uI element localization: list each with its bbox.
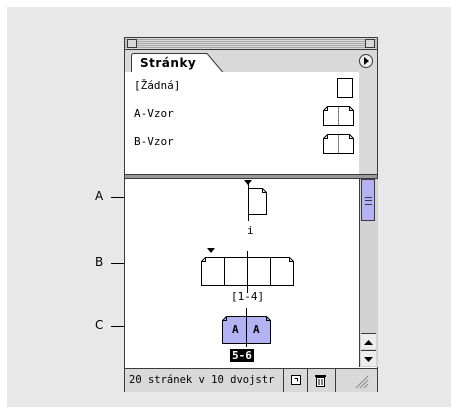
spread-3-label: 5-6: [230, 349, 254, 362]
spread-1-label: i: [247, 224, 254, 237]
tab-label: Stránky: [140, 56, 197, 70]
callout-b: B: [95, 255, 104, 269]
callout-a: A: [95, 189, 104, 203]
master-item-none[interactable]: [Žádná]: [134, 79, 180, 92]
tab-row: Stránky: [125, 50, 377, 73]
callout-c: C: [95, 318, 104, 332]
zoom-box[interactable]: [365, 39, 375, 48]
spread-3-master-right: A: [253, 323, 260, 336]
masters-scrollbar[interactable]: [359, 72, 377, 174]
new-page-button[interactable]: [283, 369, 307, 392]
flyout-menu-arrow-icon: [364, 57, 369, 65]
arrow-down-icon: [364, 357, 373, 362]
spread-3[interactable]: [219, 307, 275, 349]
master-spread-icon-b[interactable]: [322, 133, 356, 155]
resize-grip-icon: [355, 375, 369, 389]
spread-2[interactable]: [199, 247, 301, 295]
master-item-a[interactable]: A-Vzor: [134, 107, 174, 120]
single-page-icon[interactable]: [336, 77, 356, 99]
scroll-down-button[interactable]: [361, 350, 376, 366]
flyout-menu-button[interactable]: [359, 54, 373, 68]
page-count-text: 20 stránek v 10 dvojstr: [129, 374, 275, 386]
pages-palette: Stránky [Žádná] A-Vzor B-Vzor i [1-4] A …: [124, 37, 378, 392]
scroll-up-button[interactable]: [361, 333, 376, 349]
scroll-thumb[interactable]: [361, 179, 375, 221]
masters-list: [Žádná] A-Vzor B-Vzor: [125, 72, 360, 174]
spread-2-label: [1-4]: [231, 290, 265, 303]
grip-lines-icon: [365, 197, 372, 205]
trash-icon: [315, 375, 326, 387]
arrow-up-icon: [364, 340, 373, 345]
delete-page-button[interactable]: [307, 369, 335, 392]
pages-list: i [1-4] A A 5-6: [125, 179, 359, 367]
status-bar: 20 stránek v 10 dvojstr: [125, 368, 377, 392]
spread-1[interactable]: [237, 179, 277, 223]
pages-scrollbar[interactable]: [359, 179, 378, 367]
resize-grip[interactable]: [335, 369, 377, 392]
tab-pages[interactable]: Stránky: [131, 53, 224, 73]
palette-titlebar[interactable]: [125, 38, 377, 50]
close-box[interactable]: [127, 39, 137, 48]
master-spread-icon-a[interactable]: [322, 105, 356, 127]
new-page-icon: [291, 375, 301, 385]
master-item-b[interactable]: B-Vzor: [134, 135, 174, 148]
spread-3-master-left: A: [232, 323, 239, 336]
